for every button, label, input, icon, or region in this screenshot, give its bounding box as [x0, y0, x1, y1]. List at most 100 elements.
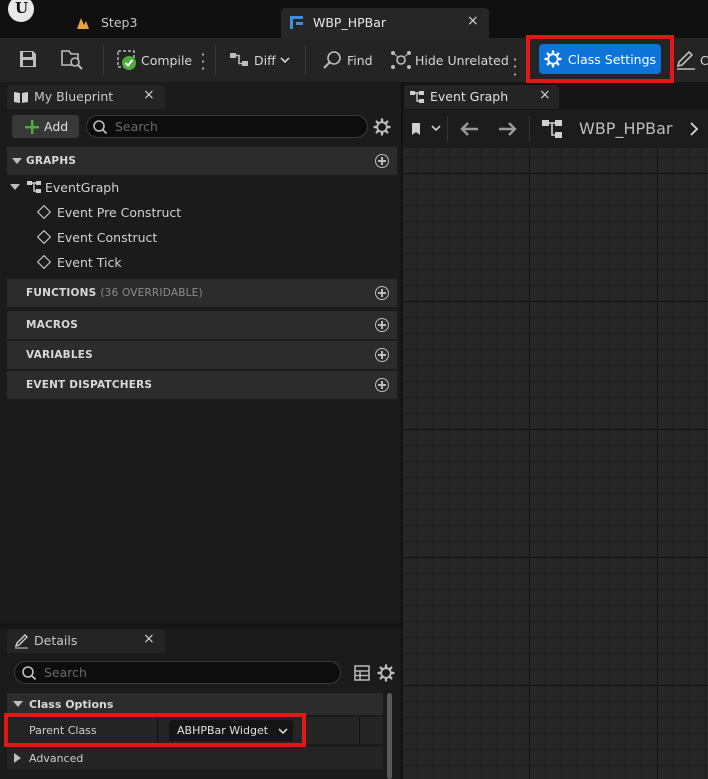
tab-event-graph[interactable]: Event Graph ×	[404, 85, 559, 109]
hide-unrelated-label: Hide Unrelated	[415, 52, 509, 68]
section-variables[interactable]: VARIABLES	[7, 341, 397, 369]
browse-icon[interactable]	[60, 49, 84, 71]
tree-item-event-tick[interactable]: Event Tick	[36, 250, 122, 274]
class-options-label: Class Options	[29, 697, 114, 711]
section-event-dispatchers-label: EVENT DISPATCHERS	[26, 379, 153, 391]
category-advanced[interactable]: Advanced	[7, 747, 383, 769]
event-graph-close-icon[interactable]: ×	[539, 87, 551, 103]
expand-arrow-icon	[12, 158, 22, 164]
event-diamond-icon	[36, 229, 52, 245]
details-pencil-icon	[14, 634, 28, 649]
widget-blueprint-icon	[290, 16, 303, 29]
details-scrollbar[interactable]	[385, 693, 394, 779]
blueprint-level-icon	[77, 18, 89, 29]
collapsed-arrow-icon	[14, 753, 21, 763]
section-macros-label: MACROS	[26, 319, 79, 331]
chevron-down-icon	[280, 57, 290, 64]
compile-label: Compile	[141, 52, 193, 68]
find-icon	[323, 51, 341, 69]
expand-arrow-icon	[10, 184, 20, 190]
settings-gear-icon[interactable]	[373, 118, 391, 136]
add-macro-icon[interactable]	[375, 318, 389, 332]
compile-button[interactable]: Compile	[117, 44, 192, 76]
tab-my-blueprint[interactable]: My Blueprint ×	[7, 85, 165, 109]
add-label: Add	[44, 119, 69, 134]
parent-class-highlight	[4, 713, 306, 747]
section-event-dispatchers[interactable]: EVENT DISPATCHERS	[7, 371, 397, 399]
event-graph-icon	[410, 91, 424, 103]
search-icon	[22, 665, 37, 680]
tree-item-eventgraph[interactable]: EventGraph	[10, 175, 119, 199]
graph-navigation-bar: WBP_HPBar	[403, 110, 708, 148]
tab-details[interactable]: Details ×	[7, 629, 165, 653]
graph-breadcrumb-icon	[542, 120, 562, 138]
save-icon[interactable]	[19, 50, 37, 68]
details-settings-gear-icon[interactable]	[377, 664, 395, 682]
section-graphs[interactable]: GRAPHS	[7, 147, 397, 175]
my-blueprint-search-placeholder: Search	[115, 119, 158, 134]
hide-unrelated-icon	[391, 51, 411, 69]
event-label: Event Tick	[57, 254, 122, 270]
event-graph-canvas[interactable]	[403, 148, 708, 779]
search-icon	[93, 119, 108, 134]
tree-item-event-construct[interactable]: Event Construct	[36, 225, 158, 249]
compile-options-dots-icon[interactable]: · · ·	[200, 47, 206, 83]
back-arrow-icon[interactable]	[459, 121, 479, 137]
my-blueprint-close-icon[interactable]: ×	[143, 87, 155, 103]
eventgraph-label: EventGraph	[45, 179, 120, 195]
forward-arrow-icon[interactable]	[498, 121, 518, 137]
tab-wbp-hpbar[interactable]: WBP_HPBar ×	[281, 8, 489, 38]
event-graph-icon	[27, 181, 41, 193]
event-label: Event Construct	[57, 229, 158, 245]
add-function-icon[interactable]	[375, 286, 389, 300]
section-variables-label: VARIABLES	[26, 349, 93, 361]
event-diamond-icon	[36, 204, 52, 220]
add-event-dispatcher-icon[interactable]	[375, 378, 389, 392]
hide-unrelated-options-dots-icon[interactable]: · · ·	[512, 51, 518, 83]
tree-item-event-pre-construct[interactable]: Event Pre Construct	[36, 200, 182, 224]
functions-count: (36 OVERRIDABLE)	[100, 287, 203, 299]
edit-defaults-label: C	[700, 52, 708, 68]
find-button[interactable]: Find	[322, 44, 373, 76]
hide-unrelated-button[interactable]: Hide Unrelated	[390, 44, 509, 76]
advanced-label: Advanced	[29, 751, 84, 765]
diff-button[interactable]: Diff	[229, 44, 290, 76]
class-settings-highlight	[526, 35, 674, 83]
tab-close-icon[interactable]: ×	[467, 13, 479, 29]
add-plus-icon	[25, 119, 39, 134]
add-button[interactable]: Add	[12, 115, 79, 138]
section-graphs-label: GRAPHS	[26, 155, 77, 167]
diff-label: Diff	[254, 52, 276, 68]
details-search-input[interactable]: Search	[14, 661, 341, 684]
details-search-placeholder: Search	[44, 665, 87, 680]
find-label: Find	[347, 52, 373, 68]
event-label: Event Pre Construct	[57, 204, 182, 220]
my-blueprint-search-input[interactable]: Search	[86, 115, 368, 138]
document-tab-bar: U Step3 WBP_HPBar ×	[0, 0, 708, 38]
tab-wbp-hpbar-label: WBP_HPBar	[313, 15, 387, 30]
details-scrollbar-thumb[interactable]	[387, 693, 392, 779]
diff-icon	[230, 53, 248, 66]
expand-arrow-icon	[13, 701, 23, 707]
add-graph-icon[interactable]	[375, 154, 389, 168]
event-graph-title: Event Graph	[430, 89, 509, 104]
edit-defaults-button[interactable]: C	[675, 44, 708, 76]
add-variable-icon[interactable]	[375, 348, 389, 362]
details-close-icon[interactable]: ×	[143, 631, 155, 647]
section-macros[interactable]: MACROS	[7, 311, 397, 339]
chevron-right-icon[interactable]	[689, 122, 699, 136]
tab-step3[interactable]: Step3	[66, 8, 276, 38]
event-diamond-icon	[36, 254, 52, 270]
details-title: Details	[34, 633, 78, 648]
category-class-options[interactable]: Class Options	[7, 693, 383, 715]
section-functions[interactable]: FUNCTIONS (36 OVERRIDABLE)	[7, 279, 397, 307]
my-blueprint-title: My Blueprint	[34, 89, 114, 104]
pencil-icon	[676, 50, 695, 70]
tab-step3-label: Step3	[101, 15, 138, 30]
breadcrumb-wbp-hpbar[interactable]: WBP_HPBar	[579, 119, 672, 138]
table-view-icon[interactable]	[354, 665, 370, 681]
book-icon	[14, 92, 28, 103]
unreal-logo-icon[interactable]: U	[8, 0, 34, 22]
bookmark-dropdown-icon[interactable]	[411, 122, 441, 136]
compile-success-icon	[117, 49, 136, 70]
